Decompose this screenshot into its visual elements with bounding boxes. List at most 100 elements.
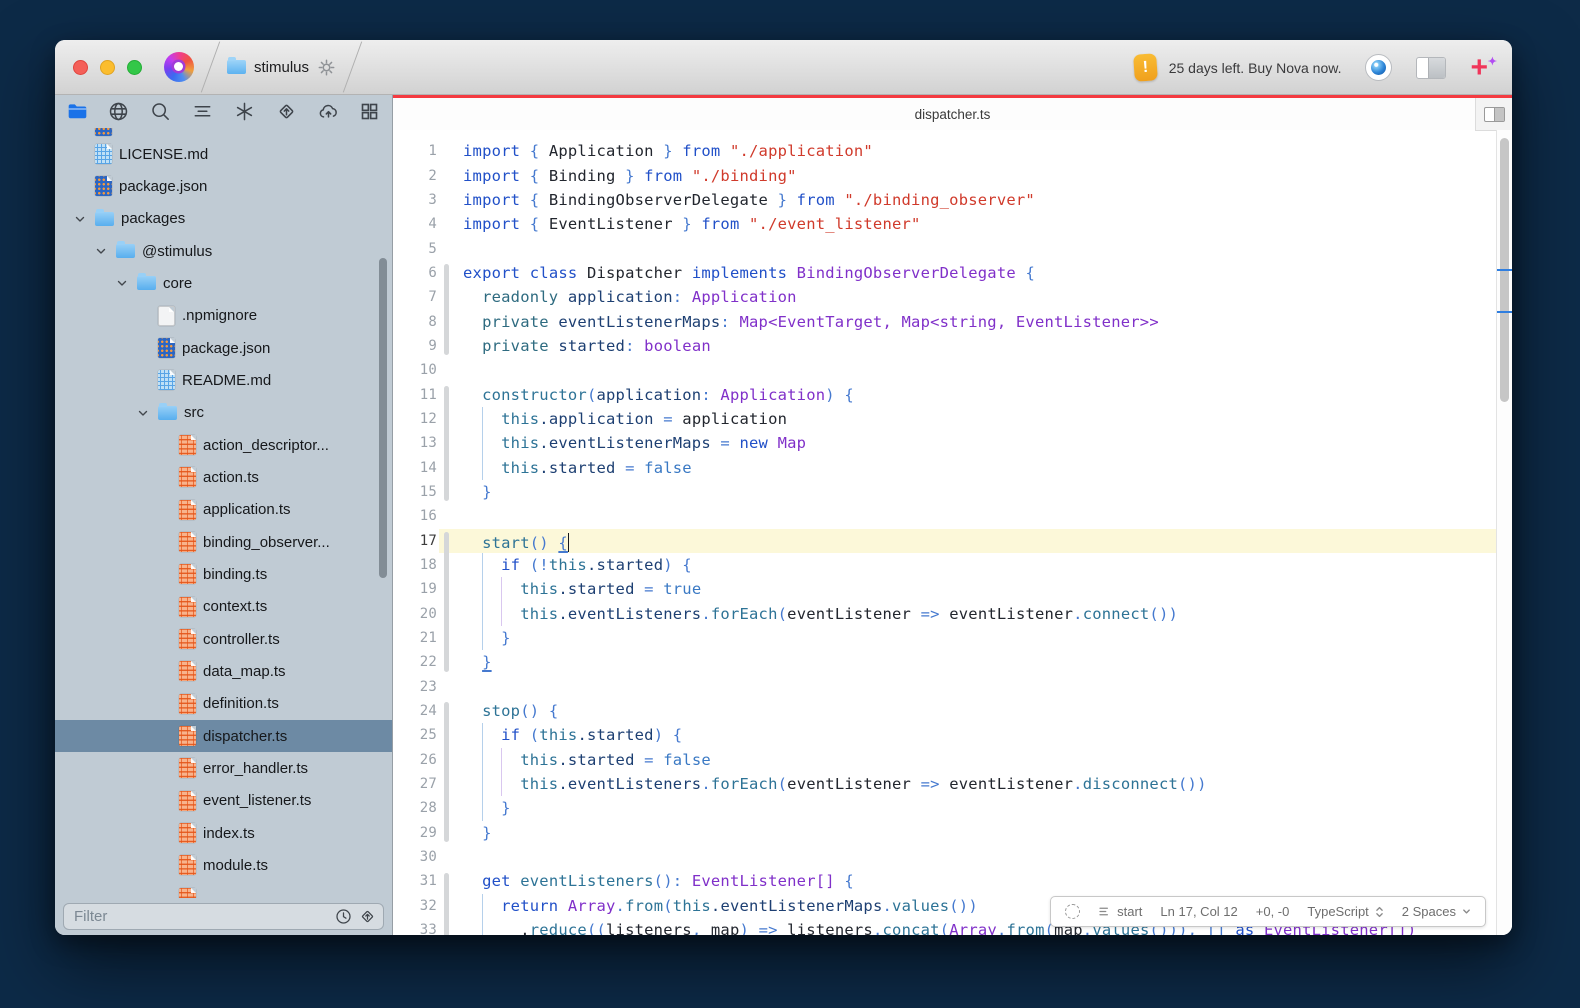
clock-icon[interactable] <box>333 907 353 927</box>
line-number[interactable]: 11 <box>393 387 437 403</box>
language-selector[interactable]: TypeScript <box>1307 904 1383 919</box>
source-control-filter-icon[interactable] <box>357 907 377 927</box>
code-line-31[interactable]: 31 get eventListeners(): EventListener[]… <box>393 869 1496 893</box>
tree-item-definition.ts[interactable]: definition.ts <box>55 688 392 720</box>
line-number[interactable]: 22 <box>393 654 437 670</box>
code-line-25[interactable]: 25 if (this.started) { <box>393 723 1496 747</box>
line-number[interactable]: 28 <box>393 800 437 816</box>
code-line-20[interactable]: 20 this.eventListeners.forEach(eventList… <box>393 602 1496 626</box>
tree-item-LICENSE.md[interactable]: LICENSE.md <box>55 138 392 170</box>
line-number[interactable]: 24 <box>393 703 437 719</box>
tree-item-index.ts[interactable]: index.ts <box>55 817 392 849</box>
code-line-5[interactable]: 5 <box>393 236 1496 260</box>
eye-icon[interactable] <box>1365 54 1392 81</box>
code-line-17[interactable]: 17 start() { <box>393 529 1496 553</box>
line-number[interactable]: 15 <box>393 484 437 500</box>
line-number[interactable]: 19 <box>393 581 437 597</box>
line-number[interactable]: 18 <box>393 557 437 573</box>
line-number[interactable]: 10 <box>393 362 437 378</box>
split-toggle-button[interactable] <box>1475 98 1512 131</box>
code-line-18[interactable]: 18 if (!this.started) { <box>393 553 1496 577</box>
tree-item-event_listener.ts[interactable]: event_listener.ts <box>55 785 392 817</box>
line-number[interactable]: 4 <box>393 216 437 232</box>
sidebar-toolbar-extensions-grid-icon[interactable] <box>358 100 382 124</box>
cursor-position[interactable]: Ln 17, Col 12 <box>1160 904 1237 919</box>
line-number[interactable]: 29 <box>393 825 437 841</box>
line-number[interactable]: 23 <box>393 679 437 695</box>
tree-folder-core[interactable]: core <box>55 267 392 299</box>
code-line-1[interactable]: 1import { Application } from "./applicat… <box>393 139 1496 163</box>
code-line-4[interactable]: 4import { EventListener } from "./event_… <box>393 212 1496 236</box>
line-number[interactable]: 12 <box>393 411 437 427</box>
tree-folder-@stimulus[interactable]: @stimulus <box>55 235 392 267</box>
tree-item-data_map.ts[interactable]: data_map.ts <box>55 655 392 687</box>
trial-notice[interactable]: ! 25 days left. Buy Nova now. <box>1134 54 1342 81</box>
line-number[interactable]: 17 <box>393 533 437 549</box>
line-number[interactable]: 14 <box>393 460 437 476</box>
tree-item-module.ts[interactable]: module.ts <box>55 849 392 881</box>
disclosure-chevron-icon[interactable] <box>136 406 150 420</box>
project-tab[interactable]: stimulus <box>227 58 336 77</box>
code-line-29[interactable]: 29 } <box>393 821 1496 845</box>
split-layout-icon[interactable] <box>1416 57 1446 79</box>
code-line-24[interactable]: 24 stop() { <box>393 699 1496 723</box>
minimize-button[interactable] <box>100 60 115 75</box>
line-number[interactable]: 3 <box>393 192 437 208</box>
code-line-23[interactable]: 23 <box>393 675 1496 699</box>
line-number[interactable]: 30 <box>393 849 437 865</box>
tree-item-action_descriptor...[interactable]: action_descriptor... <box>55 429 392 461</box>
sidebar-toolbar-remote-globe-icon[interactable] <box>107 100 131 124</box>
nova-app-icon[interactable] <box>164 52 194 82</box>
code-line-19[interactable]: 19 this.started = true <box>393 577 1496 601</box>
code-line-30[interactable]: 30 <box>393 845 1496 869</box>
tree-folder-packages[interactable]: packages <box>55 203 392 235</box>
code-line-16[interactable]: 16 <box>393 504 1496 528</box>
tree-item-package.json[interactable]: package.json <box>55 332 392 364</box>
tree-item-binding_observer...[interactable]: binding_observer... <box>55 526 392 558</box>
line-number[interactable]: 25 <box>393 727 437 743</box>
tree-item-README.md[interactable]: README.md <box>55 364 392 396</box>
new-plus-icon[interactable]: + <box>1470 57 1488 79</box>
code-line-22[interactable]: 22 } <box>393 650 1496 674</box>
line-number[interactable]: 26 <box>393 752 437 768</box>
close-button[interactable] <box>73 60 88 75</box>
code-line-15[interactable]: 15 } <box>393 480 1496 504</box>
tree-item-binding.ts[interactable]: binding.ts <box>55 558 392 590</box>
filter-input[interactable]: Filter <box>63 903 384 930</box>
code-line-21[interactable]: 21 } <box>393 626 1496 650</box>
indentation-selector[interactable]: 2 Spaces <box>1402 904 1471 919</box>
tree-item-.npmignore[interactable]: .npmignore <box>55 300 392 332</box>
tree-item-context.ts[interactable]: context.ts <box>55 591 392 623</box>
tree-item-package.json[interactable]: package.json <box>55 170 392 202</box>
disclosure-chevron-icon[interactable] <box>73 212 87 226</box>
code-line-11[interactable]: 11 constructor(application: Application)… <box>393 382 1496 406</box>
line-number[interactable]: 33 <box>393 922 437 935</box>
sidebar-toolbar-files-folder-icon[interactable] <box>65 100 89 124</box>
file-tree[interactable]: LICENSE.mdpackage.jsonpackages@stimulusc… <box>55 128 392 898</box>
zoom-button[interactable] <box>127 60 142 75</box>
sidebar-scrollbar[interactable] <box>379 258 387 578</box>
disclosure-chevron-icon[interactable] <box>115 276 129 290</box>
line-number[interactable]: 9 <box>393 338 437 354</box>
code-line-7[interactable]: 7 readonly application: Application <box>393 285 1496 309</box>
code-line-8[interactable]: 8 private eventListenerMaps: Map<EventTa… <box>393 309 1496 333</box>
sidebar-toolbar-source-control-diamond-icon[interactable] <box>274 100 298 124</box>
line-number[interactable]: 6 <box>393 265 437 281</box>
code-line-10[interactable]: 10 <box>393 358 1496 382</box>
tree-item-error_handler.ts[interactable]: error_handler.ts <box>55 752 392 784</box>
code-line-9[interactable]: 9 private started: boolean <box>393 334 1496 358</box>
code-line-6[interactable]: 6export class Dispatcher implements Bind… <box>393 261 1496 285</box>
code-line-26[interactable]: 26 this.started = false <box>393 748 1496 772</box>
tree-folder-src[interactable]: src <box>55 397 392 429</box>
code-line-14[interactable]: 14 this.started = false <box>393 455 1496 479</box>
gear-icon[interactable] <box>317 58 336 77</box>
sidebar-toolbar-issues-asterisk-icon[interactable] <box>232 100 256 124</box>
tree-item-controller.ts[interactable]: controller.ts <box>55 623 392 655</box>
tree-item-dispatcher.ts[interactable]: dispatcher.ts <box>55 720 392 752</box>
line-number[interactable]: 2 <box>393 168 437 184</box>
code-line-2[interactable]: 2import { Binding } from "./binding" <box>393 163 1496 187</box>
symbol-path[interactable]: start <box>1098 904 1142 919</box>
line-number[interactable]: 5 <box>393 241 437 257</box>
line-number[interactable]: 7 <box>393 289 437 305</box>
line-number[interactable]: 32 <box>393 898 437 914</box>
